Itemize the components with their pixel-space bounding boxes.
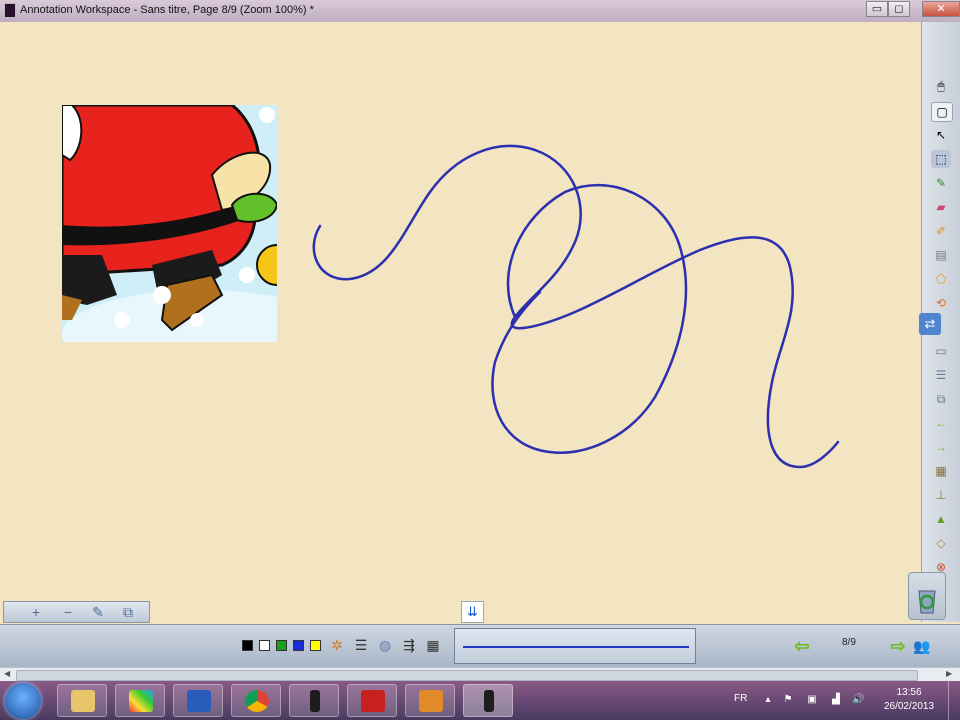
next-page-button[interactable]: ⇨ (888, 636, 908, 656)
freehand-ink-stroke[interactable] (0, 22, 920, 622)
shape-icon[interactable]: ⬠ (931, 270, 951, 288)
pointer-icon[interactable]: ↖ (931, 126, 951, 144)
language-indicator[interactable]: FR (734, 693, 747, 704)
tray-expand-icon[interactable]: ▴ (762, 694, 774, 706)
recycle-icon[interactable] (908, 572, 946, 620)
previous-page-button[interactable]: ⇦ (792, 636, 812, 656)
clock-date: 26/02/2013 (883, 701, 935, 712)
start-button[interactable] (5, 683, 41, 719)
action-center-icon[interactable]: ⚑ (782, 694, 794, 706)
toolbar-side-swap-icon[interactable]: ⇄ (919, 313, 941, 335)
taskbar-app-explorer[interactable] (57, 684, 107, 717)
image-insert-icon[interactable]: ▲ (931, 510, 951, 528)
color-swatch-yellow[interactable] (310, 640, 321, 651)
ruler-icon[interactable]: ▤ (931, 246, 951, 264)
scroll-right-icon[interactable]: ▶ (946, 669, 952, 678)
volume-icon[interactable]: 🔊 (852, 694, 864, 706)
tag-icon[interactable]: ◇ (931, 534, 951, 552)
taskbar-app-chrome[interactable] (231, 684, 281, 717)
annotation-canvas[interactable] (0, 22, 920, 622)
color-swatch-white[interactable] (259, 640, 270, 651)
back-arrow-icon[interactable]: ← (931, 414, 951, 432)
undo-shape-icon[interactable]: ⟲ (931, 294, 951, 312)
page-list-icon[interactable]: ☰ (931, 366, 951, 384)
line-preview[interactable] (454, 628, 696, 664)
bottom-toolbar: ✲ ☰ ◍ ⇶ ▦ ⇦ ⇨ 👥 8/9 (0, 624, 960, 667)
color-swatch-blue[interactable] (293, 640, 304, 651)
forward-arrow-icon[interactable]: → (931, 438, 951, 456)
taskbar-app-annotation-1[interactable] (289, 684, 339, 717)
taskbar-app-folder[interactable] (405, 684, 455, 717)
recycle-bin-icon (918, 590, 936, 614)
line-style-icon[interactable]: ⇶ (400, 637, 418, 654)
taskbar: FR ▴ ⚑ ▣ ▟ 🔊 13:56 26/02/2013 (0, 681, 960, 720)
color-swatch-green[interactable] (276, 640, 287, 651)
title-bar: Annotation Workspace - Sans titre, Page … (0, 0, 960, 22)
fit-page-button[interactable]: ⧉ (120, 605, 136, 619)
edit-button[interactable]: ✎ (90, 605, 106, 619)
collapse-toolbar-button[interactable]: ⇊ (461, 601, 484, 623)
color-swatch-black[interactable] (242, 640, 253, 651)
line-thickness-icon[interactable]: ☰ (352, 637, 370, 654)
close-button[interactable]: ✕ (922, 1, 960, 17)
show-desktop-button[interactable] (948, 681, 960, 720)
horizontal-scrollbar[interactable]: ◀ ▶ (0, 667, 960, 682)
page-icon[interactable]: ▭ (931, 342, 951, 360)
clock-time: 13:56 (896, 687, 922, 698)
stamp-icon[interactable]: ⊥ (931, 486, 951, 504)
system-tray: FR ▴ ⚑ ▣ ▟ 🔊 13:56 26/02/2013 (726, 681, 960, 720)
device-icon[interactable]: ▣ (806, 694, 818, 706)
taskbar-app-word[interactable] (173, 684, 223, 717)
mouse-icon[interactable]: 🖱 (931, 77, 951, 95)
page-navigation: ⇦ ⇨ 👥 (784, 628, 934, 664)
maximize-button[interactable]: ◻ (888, 1, 910, 17)
users-icon[interactable]: 👥 (912, 636, 932, 656)
line-preview-stroke (463, 646, 689, 648)
taskbar-app-acrobat[interactable] (347, 684, 397, 717)
zoom-toolbar: + − ✎ ⧉ (3, 601, 150, 623)
clock[interactable]: 13:56 26/02/2013 (876, 686, 942, 714)
page-copy-icon[interactable]: ⧉ (931, 390, 951, 408)
eraser-icon[interactable]: ▰ (931, 198, 951, 216)
scroll-left-icon[interactable]: ◀ (4, 669, 10, 678)
window-title: Annotation Workspace - Sans titre, Page … (20, 4, 314, 16)
zoom-in-button[interactable]: + (28, 605, 44, 619)
network-icon[interactable]: ▟ (830, 694, 842, 706)
highlighter-icon[interactable]: ✐ (931, 222, 951, 240)
zoom-out-button[interactable]: − (60, 605, 76, 619)
app-icon (4, 3, 16, 18)
transparency-icon[interactable]: ◍ (376, 637, 394, 654)
grid-icon[interactable]: ▦ (931, 462, 951, 480)
taskbar-app-paint[interactable] (115, 684, 165, 717)
scrollbar-thumb[interactable] (16, 670, 918, 681)
pen-icon[interactable]: ✎ (931, 174, 951, 192)
minimize-button[interactable]: ▭ (866, 1, 888, 17)
page-counter: 8/9 (842, 637, 856, 648)
select-icon[interactable]: ⬚ (931, 150, 951, 168)
copy-page-icon[interactable]: ▢ (931, 102, 953, 122)
dash-style-icon[interactable]: ▦ (424, 637, 442, 654)
palette-icon[interactable]: ✲ (328, 637, 346, 654)
taskbar-app-annotation-2[interactable] (463, 684, 513, 717)
